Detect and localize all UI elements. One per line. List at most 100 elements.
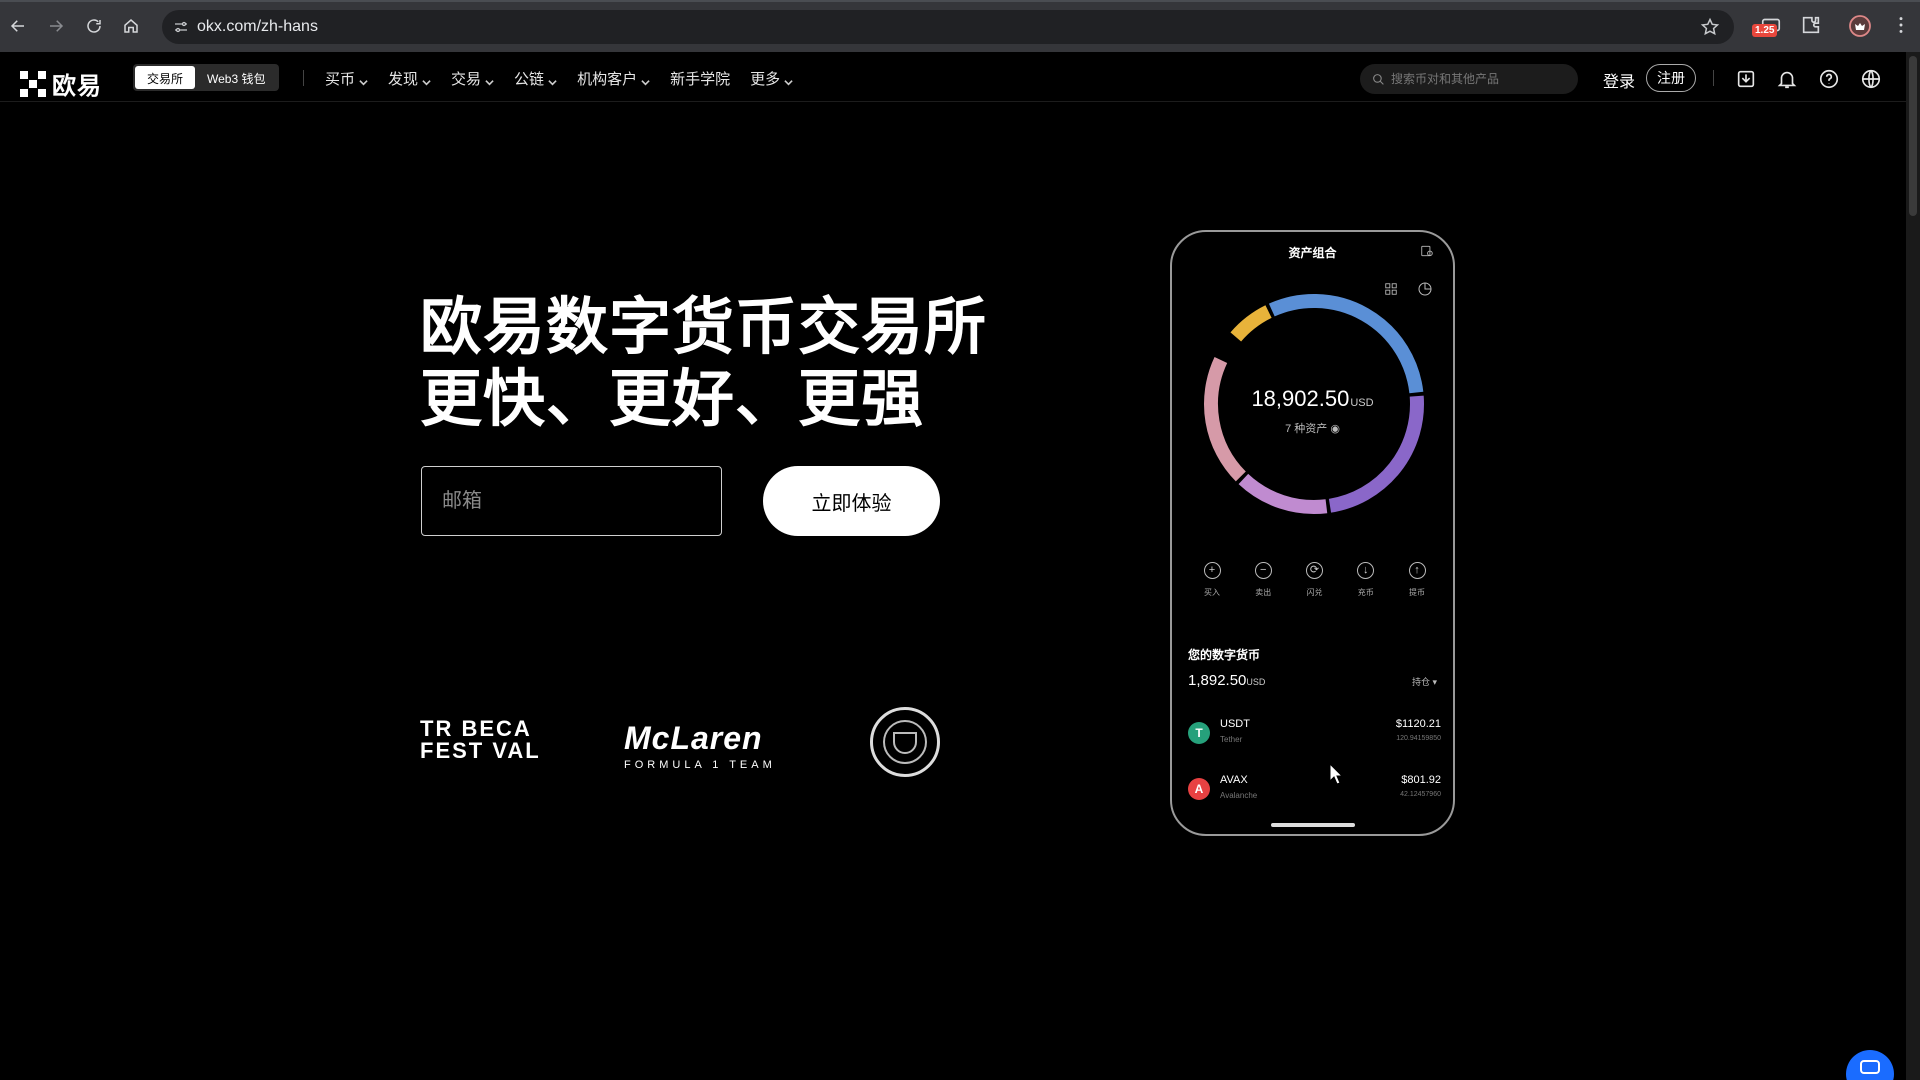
login-link[interactable]: 登录 (1603, 68, 1635, 92)
chat-bubble-icon (1860, 1060, 1880, 1074)
extension-badge: 1.25 (1752, 24, 1778, 37)
swap-icon: ⟳ (1306, 562, 1323, 579)
action-label: 卖出 (1255, 588, 1272, 597)
chevron-down-icon (485, 74, 494, 86)
manchester-city-badge-icon (870, 707, 940, 777)
coin-name: Avalanche (1220, 791, 1258, 800)
page-scrollbar[interactable] (1906, 52, 1920, 1080)
forward-arrow-icon (50, 20, 64, 32)
search-input[interactable] (1391, 72, 1571, 86)
plus-icon: + (1203, 562, 1221, 579)
eye-icon: ◉ (1330, 423, 1340, 435)
mclaren-wordmark: McLaren (624, 720, 763, 756)
donut-segment (1328, 395, 1424, 513)
back-button[interactable] (6, 14, 30, 38)
download-icon[interactable] (1735, 68, 1757, 90)
donut-segment (1204, 357, 1246, 482)
menu-item-academy[interactable]: 新手学院 (670, 68, 730, 89)
list-item: A AVAX Avalanche $801.92 42.12457960 (1188, 774, 1441, 810)
menu-label: 新手学院 (670, 71, 731, 88)
menu-item-discover[interactable]: 发现 (388, 68, 431, 89)
hero-title-line-2: 更快、更好、更强 (420, 365, 925, 434)
menu-label: 买币 (325, 71, 356, 88)
tether-icon: T (1188, 722, 1210, 744)
donut-segment (1268, 294, 1424, 394)
action-label: 充币 (1357, 588, 1374, 597)
forward-button[interactable] (44, 14, 68, 38)
action-deposit: ↓ 充币 (1346, 562, 1386, 598)
asset-count-label: 7 种资产 (1285, 423, 1328, 435)
mclaren-logo: McLaren FORMULA 1 TEAM (624, 720, 776, 771)
mclaren-subtitle: FORMULA 1 TEAM (624, 759, 776, 771)
menu-label: 公链 (514, 71, 545, 88)
url-text[interactable]: okx.com/zh-hans (197, 18, 318, 36)
tab-web3-wallet[interactable]: Web3 钱包 (195, 66, 277, 89)
portfolio-title: 资产组合 (1288, 246, 1337, 260)
home-button[interactable] (119, 14, 143, 38)
back-arrow-icon (10, 20, 24, 32)
menu-item-trade[interactable]: 交易 (451, 68, 494, 89)
product-switch: 交易所 Web3 钱包 (133, 64, 280, 91)
tribeca-festival-logo: TR BECA FEST VAL (420, 718, 548, 762)
okx-logo-mark-icon (20, 70, 46, 97)
minus-icon: − (1254, 562, 1272, 579)
home-indicator (1271, 823, 1355, 827)
extensions-puzzle-icon[interactable] (1800, 14, 1822, 41)
coin-quantity: 42.12457960 (1400, 791, 1441, 798)
home-icon (124, 19, 138, 33)
chevron-down-icon (359, 74, 368, 86)
action-buy: + 买入 (1192, 562, 1232, 598)
help-icon[interactable] (1818, 68, 1840, 90)
coin-amount: $801.92 (1401, 774, 1441, 786)
logo-text: 欧易 (52, 73, 102, 100)
divider (303, 70, 304, 86)
reload-button[interactable] (82, 14, 106, 38)
mouse-cursor-icon (1329, 763, 1343, 785)
coin-symbol: USDT (1220, 718, 1250, 730)
menu-item-institutional[interactable]: 机构客户 (577, 68, 650, 89)
tribeca-line-2: FEST VAL (420, 738, 541, 763)
chevron-down-icon (784, 74, 793, 86)
your-crypto-value: 1,892.50USD (1188, 672, 1265, 689)
menu-item-buy-crypto[interactable]: 买币 (325, 68, 368, 89)
chevron-down-icon (641, 74, 650, 86)
email-field[interactable] (421, 466, 722, 536)
scrollbar-thumb[interactable] (1909, 56, 1917, 216)
search-box[interactable] (1360, 64, 1578, 94)
action-swap: ⟳ 闪兑 (1295, 562, 1335, 598)
coin-symbol: AVAX (1220, 774, 1248, 786)
globe-icon[interactable] (1860, 68, 1882, 90)
action-label: 买入 (1204, 588, 1220, 597)
tribeca-line-1: TR BECA (420, 716, 532, 741)
chevron-down-icon (422, 74, 431, 86)
deposit-icon: ↓ (1357, 562, 1375, 579)
action-withdraw: ↑ 提币 (1397, 562, 1437, 598)
reload-icon (87, 19, 101, 33)
holdings-sort: 持仓 ▾ (1411, 677, 1437, 687)
menu-item-more[interactable]: 更多 (750, 68, 793, 89)
coin-amount: $1120.21 (1395, 718, 1441, 730)
tab-exchange[interactable]: 交易所 (135, 66, 196, 89)
bookmark-star-icon[interactable] (1700, 17, 1720, 42)
action-label: 闪兑 (1306, 588, 1323, 597)
your-crypto-title: 您的数字货币 (1188, 648, 1261, 662)
phone-mockup: 资产组合 18,902.50USD 7 种资产 ◉ + 买入 − 卖出 ⟳ 闪兑 ↓ 充… (1170, 230, 1455, 836)
withdraw-icon: ↑ (1408, 562, 1426, 579)
address-bar[interactable]: okx.com/zh-hans (162, 10, 1734, 44)
portfolio-total: 18,902.50USD (1172, 386, 1453, 412)
search-icon (1373, 73, 1384, 85)
signup-button[interactable]: 注册 (1646, 64, 1696, 92)
asset-count: 7 种资产 ◉ (1172, 420, 1453, 436)
action-label: 提币 (1409, 588, 1425, 597)
chat-support-button[interactable] (1846, 1050, 1894, 1080)
okx-logo[interactable]: 欧易 (20, 66, 102, 101)
donut-segment (1230, 305, 1272, 342)
browser-toolbar: okx.com/zh-hans 1.25 (0, 0, 1920, 52)
browser-menu-icon[interactable] (1898, 14, 1904, 41)
menu-item-chain[interactable]: 公链 (514, 68, 557, 89)
try-now-button[interactable]: 立即体验 (763, 466, 940, 536)
profile-avatar[interactable] (1848, 14, 1872, 43)
action-sell: − 卖出 (1243, 562, 1283, 598)
bell-icon[interactable] (1776, 68, 1798, 90)
site-settings-icon[interactable] (172, 18, 190, 36)
